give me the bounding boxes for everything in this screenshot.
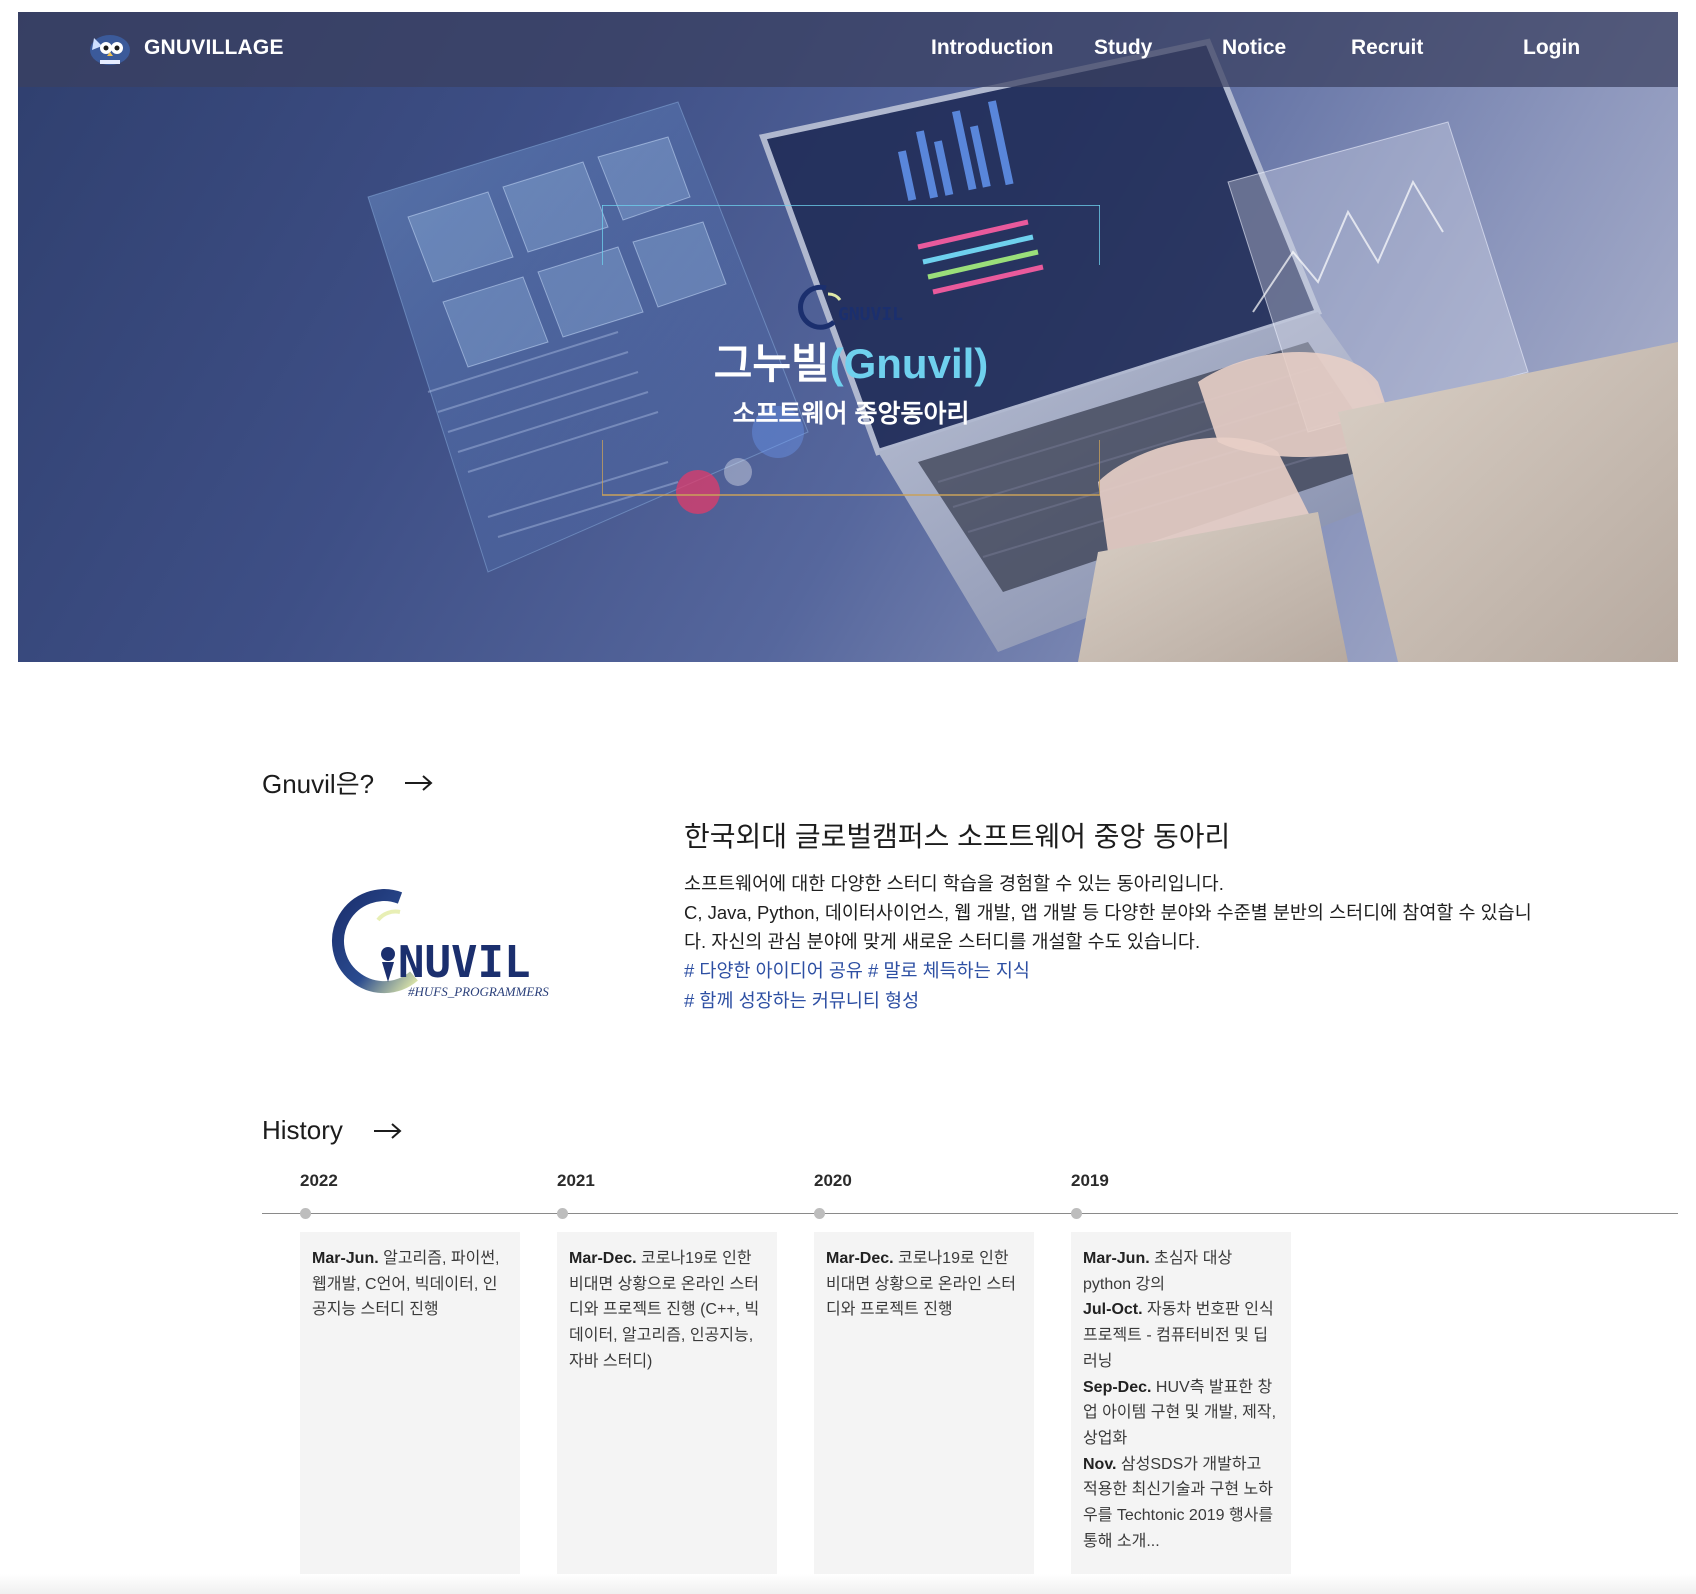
history-period: Sep-Dec. bbox=[1083, 1378, 1152, 1396]
history-period: Mar-Dec. bbox=[826, 1250, 894, 1267]
history-entry: Jul-Oct. 자동차 번호판 인식 프로젝트 - 컴퓨터비전 및 딥러닝 bbox=[1083, 1297, 1279, 1374]
arrow-right-icon bbox=[373, 1122, 402, 1139]
history-card-2019: Mar-Jun. 초심자 대상 python 강의 Jul-Oct. 자동차 번… bbox=[1071, 1232, 1291, 1574]
timeline-line bbox=[262, 1213, 1678, 1214]
history-entry: Mar-Dec. 코로나19로 인한 비대면 상황으로 온라인 스터디와 프로젝… bbox=[826, 1246, 1022, 1323]
history-card-2022: Mar-Jun. 알고리즘, 파이썬, 웹개발, C언어, 빅데이터, 인공지능… bbox=[300, 1232, 520, 1574]
timeline-dot-icon bbox=[300, 1208, 311, 1219]
hero-title-main: 그누빌 bbox=[713, 340, 830, 387]
top-navbar: GNUVILLAGE Introduction Study Notice Rec… bbox=[18, 12, 1678, 87]
history-period: Mar-Jun. bbox=[312, 1250, 379, 1267]
intro-logo-text: NUVIL bbox=[398, 937, 530, 988]
hero-title-block: GNUVIL 그누빌(Gnuvil) 소프트웨어 중앙동아리 bbox=[578, 280, 1124, 430]
hero-title: 그누빌(Gnuvil) bbox=[578, 338, 1124, 390]
history-card-2021: Mar-Dec. 코로나19로 인한 비대면 상황으로 온라인 스터디와 프로젝… bbox=[557, 1232, 777, 1574]
hero-subtitle: 소프트웨어 중앙동아리 bbox=[732, 400, 970, 428]
hero-title-accent: (Gnuvil) bbox=[829, 340, 989, 387]
timeline-dot-icon bbox=[814, 1208, 825, 1219]
history-section-title: History bbox=[262, 1115, 343, 1145]
history-entry: Mar-Jun. 초심자 대상 python 강의 bbox=[1083, 1246, 1279, 1297]
gnuvil-mini-logo-icon: GNUVIL bbox=[798, 284, 903, 330]
gnuvil-logo-icon: NUVIL #HUFS_PROGRAMMERS bbox=[332, 889, 549, 999]
intro-tag-2: # 함께 성장하는 커뮤니티 형성 bbox=[684, 990, 920, 1011]
hero-banner: GNUVIL 그누빌(Gnuvil) 소프트웨어 중앙동아리 GNUVILLAG… bbox=[18, 12, 1678, 662]
intro-description: 한국외대 글로벌캠퍼스 소프트웨어 중앙 동아리 소프트웨어에 대한 다양한 스… bbox=[684, 815, 1544, 1016]
history-period: Nov. bbox=[1083, 1455, 1117, 1473]
brand-name: GNUVILLAGE bbox=[144, 36, 284, 59]
timeline-dot-icon bbox=[1071, 1208, 1082, 1219]
history-period: Jul-Oct. bbox=[1083, 1301, 1143, 1319]
intro-heading: 한국외대 글로벌캠퍼스 소프트웨어 중앙 동아리 bbox=[684, 821, 1231, 852]
arrow-right-icon bbox=[405, 774, 433, 791]
history-text: 코로나19로 인한 비대면 상황으로 온라인 스터디와 프로젝트 진행 (C++… bbox=[569, 1250, 760, 1370]
history-section-header[interactable]: History bbox=[262, 1115, 403, 1146]
brand-home-link[interactable]: GNUVILLAGE bbox=[86, 28, 284, 68]
intro-section-header[interactable]: Gnuvil은? bbox=[262, 764, 434, 801]
timeline-year: 2019 bbox=[1071, 1171, 1109, 1190]
intro-line-2: C, Java, Python, 데이터사이언스, 웹 개발, 앱 개발 등 다… bbox=[684, 902, 1532, 952]
nav-recruit[interactable]: Recruit bbox=[1351, 36, 1423, 60]
timeline-year: 2022 bbox=[300, 1171, 338, 1190]
intro-logo-caption: #HUFS_PROGRAMMERS bbox=[408, 984, 549, 999]
nav-notice[interactable]: Notice bbox=[1222, 36, 1286, 60]
owl-logo-icon bbox=[90, 35, 130, 65]
timeline-year: 2021 bbox=[557, 1171, 595, 1190]
nav-study[interactable]: Study bbox=[1094, 36, 1152, 60]
nav-introduction[interactable]: Introduction bbox=[931, 36, 1053, 60]
nav-login[interactable]: Login bbox=[1523, 36, 1580, 60]
history-period: Mar-Jun. bbox=[1083, 1250, 1150, 1267]
history-entry: Nov. 삼성SDS가 개발하고 적용한 최신기술과 구현 노하우를 Techt… bbox=[1083, 1452, 1279, 1555]
history-entry: Mar-Jun. 알고리즘, 파이썬, 웹개발, C언어, 빅데이터, 인공지능… bbox=[312, 1246, 508, 1323]
history-entry: Sep-Dec. HUV측 발표한 창업 아이템 구현 및 개발, 제작, 상업… bbox=[1083, 1375, 1279, 1452]
timeline-dot-icon bbox=[557, 1208, 568, 1219]
page-bottom-shade bbox=[0, 1574, 1696, 1594]
intro-tag-1: # 다양한 아이디어 공유 # 말로 체득하는 지식 bbox=[684, 960, 1030, 981]
intro-line-1: 소프트웨어에 대한 다양한 스터디 학습을 경험할 수 있는 동아리입니다. bbox=[684, 873, 1224, 894]
history-card-2020: Mar-Dec. 코로나19로 인한 비대면 상황으로 온라인 스터디와 프로젝… bbox=[814, 1232, 1034, 1574]
mini-logo-text: GNUVIL bbox=[838, 304, 903, 325]
intro-section-title: Gnuvil은? bbox=[262, 769, 375, 799]
history-entry: Mar-Dec. 코로나19로 인한 비대면 상황으로 온라인 스터디와 프로젝… bbox=[569, 1246, 765, 1375]
history-period: Mar-Dec. bbox=[569, 1250, 637, 1267]
timeline-year: 2020 bbox=[814, 1171, 852, 1190]
